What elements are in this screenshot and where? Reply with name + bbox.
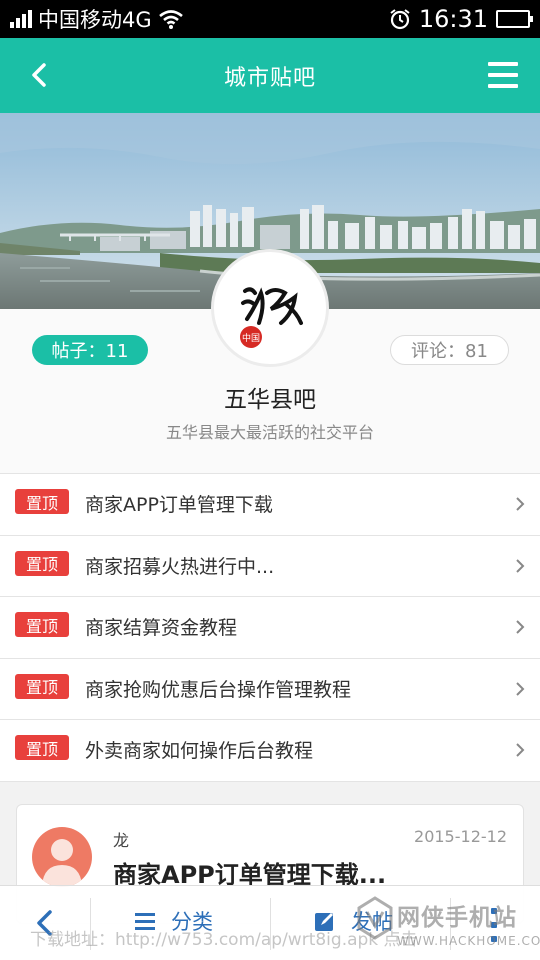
comments-count-badge: 评论：81 xyxy=(390,335,509,365)
hamburger-menu-icon[interactable] xyxy=(488,62,518,88)
chevron-right-icon xyxy=(516,558,525,573)
post-date: 2015-12-12 xyxy=(414,827,507,846)
chevron-right-icon xyxy=(516,743,525,757)
pinned-item-3[interactable]: 置顶 商家结算资金教程 xyxy=(0,597,540,659)
pinned-item-1[interactable]: 置顶 商家APP订单管理下载 xyxy=(0,474,540,536)
carrier-label: 中国移动4G xyxy=(38,8,152,32)
forum-description: 五华县最大最活跃的社交平台 xyxy=(165,423,374,442)
status-right: 16:31 xyxy=(389,5,540,33)
pinned-item-title: 外卖商家如何操作后台教程 xyxy=(85,740,314,762)
user-silhouette-icon xyxy=(42,839,82,885)
pinned-tag: 置顶 xyxy=(15,673,69,699)
signal-icon xyxy=(10,10,32,28)
watermark-brand-name: 网侠手机站 xyxy=(397,905,517,931)
pinned-item-title: 商家APP订单管理下载 xyxy=(85,494,273,516)
clock-time: 16:31 xyxy=(418,5,488,33)
wifi-icon xyxy=(158,10,183,29)
forum-logo: 中国 xyxy=(211,249,329,367)
forum-name: 五华县吧 xyxy=(224,387,316,413)
chevron-right-icon xyxy=(516,681,525,696)
chevron-left-icon[interactable] xyxy=(22,58,56,92)
author-avatar[interactable] xyxy=(32,827,92,887)
pinned-tag: 置顶 xyxy=(15,489,69,514)
pinned-item-title: 商家结算资金教程 xyxy=(85,617,238,639)
chevron-right-icon xyxy=(516,620,525,634)
top-nav-bar: 城市贴吧 xyxy=(0,38,540,113)
watermark-brand: 网侠手机站 WWW.HACKHOME.COM xyxy=(355,890,540,960)
pinned-tag: 置顶 xyxy=(15,550,69,576)
pinned-posts-list: 置顶 商家APP订单管理下载 置顶 商家招募火热进行中... 置顶 商家结算资金… xyxy=(0,473,540,782)
post-author: 龙 xyxy=(113,831,130,850)
page-title: 城市贴吧 xyxy=(223,65,316,91)
logo-seal-text: 中国 xyxy=(242,332,260,344)
app-screen: 中国移动4G 16:31 城市贴吧 中国 帖子：11 评论：81 五华县吧 五华… xyxy=(0,0,540,960)
posts-count-badge: 帖子：11 xyxy=(32,335,148,365)
alarm-icon xyxy=(390,9,410,30)
pinned-tag: 置顶 xyxy=(15,612,69,637)
pinned-item-5[interactable]: 置顶 外卖商家如何操作后台教程 xyxy=(0,720,540,782)
pinned-item-2[interactable]: 置顶 商家招募火热进行中... xyxy=(0,536,540,597)
pinned-tag: 置顶 xyxy=(15,735,69,760)
chevron-right-icon xyxy=(516,497,525,511)
pinned-item-title: 商家招募火热进行中... xyxy=(85,555,275,578)
status-left: 中国移动4G xyxy=(0,4,184,34)
watermark-brand-site: WWW.HACKHOME.COM xyxy=(397,934,540,948)
pinned-item-title: 商家抢购优惠后台操作管理教程 xyxy=(85,678,352,701)
status-bar: 中国移动4G 16:31 xyxy=(0,0,540,38)
battery-icon xyxy=(496,10,533,28)
pinned-item-4[interactable]: 置顶 商家抢购优惠后台操作管理教程 xyxy=(0,659,540,720)
brand-logo-icon xyxy=(357,896,393,940)
calligraphy-logo-icon: 中国 xyxy=(240,287,303,348)
